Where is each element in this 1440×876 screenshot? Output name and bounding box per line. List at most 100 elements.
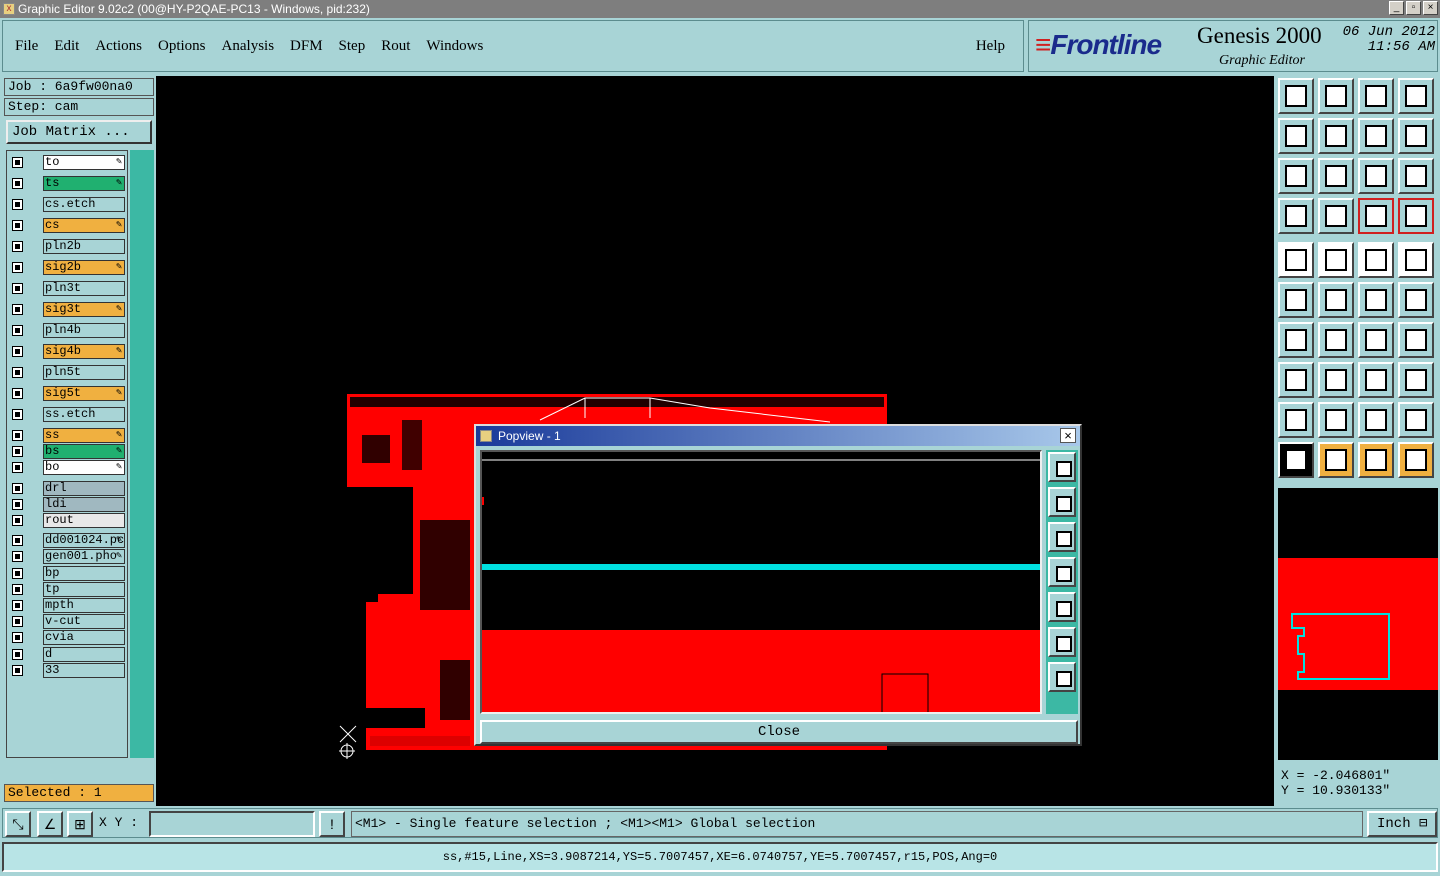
layer-row[interactable]: bo ✎ — [9, 460, 129, 476]
menu-step[interactable]: Step — [339, 38, 366, 55]
help-icon[interactable] — [1398, 158, 1434, 194]
layer-row[interactable]: bp — [9, 565, 129, 581]
popview-zoom-icon[interactable] — [1048, 452, 1076, 482]
layer-name[interactable]: sig2b ✎ — [43, 260, 125, 275]
layer-name[interactable]: cs ✎ — [43, 218, 125, 233]
popview-canvas[interactable] — [480, 450, 1042, 714]
select-area-icon[interactable] — [1358, 442, 1394, 478]
layer-row[interactable]: dd001024.pc ✎ — [9, 533, 129, 549]
layer-checkbox[interactable] — [12, 199, 23, 210]
layer-name[interactable]: drl — [43, 480, 125, 496]
popview-close-button[interactable]: Close — [480, 720, 1078, 744]
layer-checkbox[interactable] — [12, 535, 23, 547]
connect-icon[interactable] — [1278, 282, 1314, 318]
layer-name[interactable]: cvia — [43, 630, 125, 646]
undo-icon[interactable] — [1358, 118, 1394, 154]
layer-row[interactable]: rout — [9, 513, 129, 528]
triangle-a-icon[interactable] — [1318, 402, 1354, 438]
menu-edit[interactable]: Edit — [54, 38, 79, 55]
menu-help[interactable]: Help — [976, 38, 1005, 55]
layer-name[interactable]: ss ✎ — [43, 428, 125, 443]
menu-actions[interactable]: Actions — [95, 38, 142, 55]
layer-scrollbar[interactable] — [130, 150, 154, 758]
layer-checkbox[interactable] — [12, 498, 23, 510]
layer-checkbox[interactable] — [12, 325, 23, 336]
maximize-button[interactable]: ▫ — [1406, 1, 1421, 15]
triangle-b-icon[interactable] — [1358, 402, 1394, 438]
layer-name[interactable]: dd001024.pc ✎ — [43, 533, 125, 549]
layer-checkbox[interactable] — [12, 157, 23, 168]
layer-name[interactable]: bs ✎ — [43, 444, 125, 460]
layer-checkbox[interactable] — [12, 220, 23, 231]
layer-row[interactable]: pln2b — [9, 239, 129, 254]
layer-row[interactable]: sig5t ✎ — [9, 386, 129, 401]
layer-checkbox[interactable] — [12, 241, 23, 252]
layer-checkbox[interactable] — [12, 367, 23, 378]
layer-checkbox[interactable] — [12, 283, 23, 294]
redo-icon[interactable] — [1398, 118, 1434, 154]
menu-options[interactable]: Options — [158, 38, 206, 55]
layer-checkbox[interactable] — [12, 515, 23, 526]
layer-row[interactable]: to ✎ — [9, 155, 129, 170]
zoom-up-icon[interactable] — [1318, 78, 1354, 114]
layer-row[interactable]: ts ✎ — [9, 176, 129, 191]
layer-row[interactable]: cs.etch — [9, 197, 129, 212]
layer-row[interactable]: pln3t — [9, 281, 129, 296]
net-icon[interactable] — [1358, 198, 1394, 234]
layer-checkbox[interactable] — [12, 409, 23, 420]
layer-name[interactable]: 33 — [43, 662, 125, 678]
xy-input[interactable] — [149, 811, 315, 837]
popview-close-icon[interactable]: × — [1060, 428, 1076, 443]
layer-name[interactable]: bo ✎ — [43, 460, 125, 476]
layer-name[interactable]: sig3t ✎ — [43, 302, 125, 317]
pan-left-icon[interactable] — [1278, 118, 1314, 154]
popview-zoom-in-icon[interactable] — [1048, 627, 1076, 657]
layer-row[interactable]: ss ✎ — [9, 428, 129, 443]
layer-row[interactable]: gen001.pho ✎ — [9, 549, 129, 565]
layer-name[interactable]: bp — [43, 565, 125, 581]
layer-checkbox[interactable] — [12, 551, 23, 563]
menu-dfm[interactable]: DFM — [290, 38, 323, 55]
shape-icon[interactable] — [1398, 362, 1434, 398]
layer-checkbox[interactable] — [12, 388, 23, 399]
scale-icon[interactable] — [1358, 158, 1394, 194]
layer-checkbox[interactable] — [12, 664, 23, 676]
layer-name[interactable]: pln2b — [43, 239, 125, 254]
layer-row[interactable]: mpth — [9, 598, 129, 613]
popview-pan-down-icon[interactable] — [1048, 522, 1076, 552]
window-icon[interactable] — [1398, 78, 1434, 114]
home-icon[interactable] — [1358, 78, 1394, 114]
fit-icon[interactable] — [1278, 158, 1314, 194]
layer-checkbox[interactable] — [12, 462, 23, 474]
arc-icon[interactable] — [1358, 322, 1394, 358]
layer-row[interactable]: v-cut — [9, 614, 129, 630]
popview-pan-up-icon[interactable] — [1048, 487, 1076, 517]
pad-icon[interactable] — [1398, 242, 1434, 278]
popview-pan-left-icon[interactable] — [1048, 557, 1076, 587]
layer-checkbox[interactable] — [12, 648, 23, 660]
layer-name[interactable]: tp — [43, 581, 125, 597]
layer-checkbox[interactable] — [12, 304, 23, 315]
layer-name[interactable]: ts ✎ — [43, 176, 125, 191]
popview-titlebar[interactable]: Popview - 1 × — [476, 426, 1080, 446]
layer-name[interactable]: sig5t ✎ — [43, 386, 125, 401]
cut-icon[interactable] — [1318, 362, 1354, 398]
layer-name[interactable]: pln4b — [43, 323, 125, 338]
text-icon[interactable] — [1398, 322, 1434, 358]
popview-pan-right-icon[interactable] — [1048, 592, 1076, 622]
menu-rout[interactable]: Rout — [381, 38, 410, 55]
layer-row[interactable]: cvia — [9, 630, 129, 646]
angle-icon[interactable] — [1278, 322, 1314, 358]
copy-icon[interactable] — [1398, 282, 1434, 318]
resize-icon[interactable] — [1358, 362, 1394, 398]
ruler-icon[interactable] — [1358, 242, 1394, 278]
alert-icon[interactable]: ! — [319, 811, 345, 837]
select-alt-icon[interactable] — [1318, 442, 1354, 478]
zoom-home-icon[interactable] — [1278, 78, 1314, 114]
layer-checkbox[interactable] — [12, 430, 23, 441]
layer-name[interactable]: v-cut — [43, 614, 125, 630]
layer-row[interactable]: sig2b ✎ — [9, 260, 129, 275]
layer-name[interactable]: d — [43, 646, 125, 662]
layer-row[interactable]: sig4b ✎ — [9, 344, 129, 359]
layer-name[interactable]: rout — [43, 513, 125, 528]
